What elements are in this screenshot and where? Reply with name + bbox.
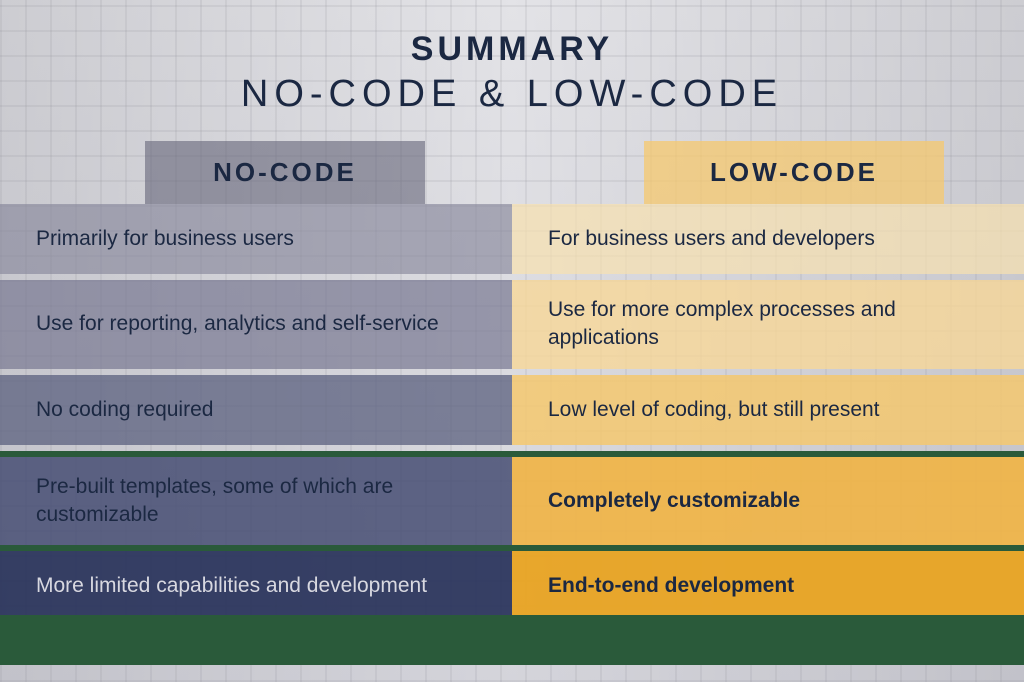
cell-no-code: Primarily for business users	[0, 204, 512, 274]
cell-low-code: End-to-end development	[512, 551, 1024, 621]
table-row: More limited capabilities and developmen…	[0, 551, 1024, 621]
table-row: Pre-built templates, some of which are c…	[0, 457, 1024, 546]
cell-no-code: More limited capabilities and developmen…	[0, 551, 512, 621]
cell-no-code: No coding required	[0, 375, 512, 445]
tab-low-code: LOW-CODE	[644, 141, 944, 204]
tab-spacer	[0, 141, 145, 204]
column-tabs: NO-CODE LOW-CODE	[0, 141, 1024, 204]
table-row: Use for reporting, analytics and self-se…	[0, 280, 1024, 369]
cell-low-code: Low level of coding, but still present	[512, 375, 1024, 445]
cell-low-code: For business users and developers	[512, 204, 1024, 274]
cell-low-code: Completely customizable	[512, 457, 1024, 546]
content-wrapper: SUMMARY NO-CODE & LOW-CODE NO-CODE LOW-C…	[0, 0, 1024, 682]
cell-no-code: Use for reporting, analytics and self-se…	[0, 280, 512, 369]
table-row: Primarily for business users For busines…	[0, 204, 1024, 274]
cell-no-code: Pre-built templates, some of which are c…	[0, 457, 512, 546]
header: SUMMARY NO-CODE & LOW-CODE	[0, 0, 1024, 141]
bottom-bar	[0, 615, 1024, 665]
tab-no-code: NO-CODE	[145, 141, 425, 204]
title-main: SUMMARY	[0, 30, 1024, 69]
tab-spacer	[425, 141, 644, 204]
comparison-table: Primarily for business users For busines…	[0, 204, 1024, 621]
table-row: No coding required Low level of coding, …	[0, 375, 1024, 445]
title-sub: NO-CODE & LOW-CODE	[0, 73, 1024, 116]
cell-low-code: Use for more complex processes and appli…	[512, 280, 1024, 369]
